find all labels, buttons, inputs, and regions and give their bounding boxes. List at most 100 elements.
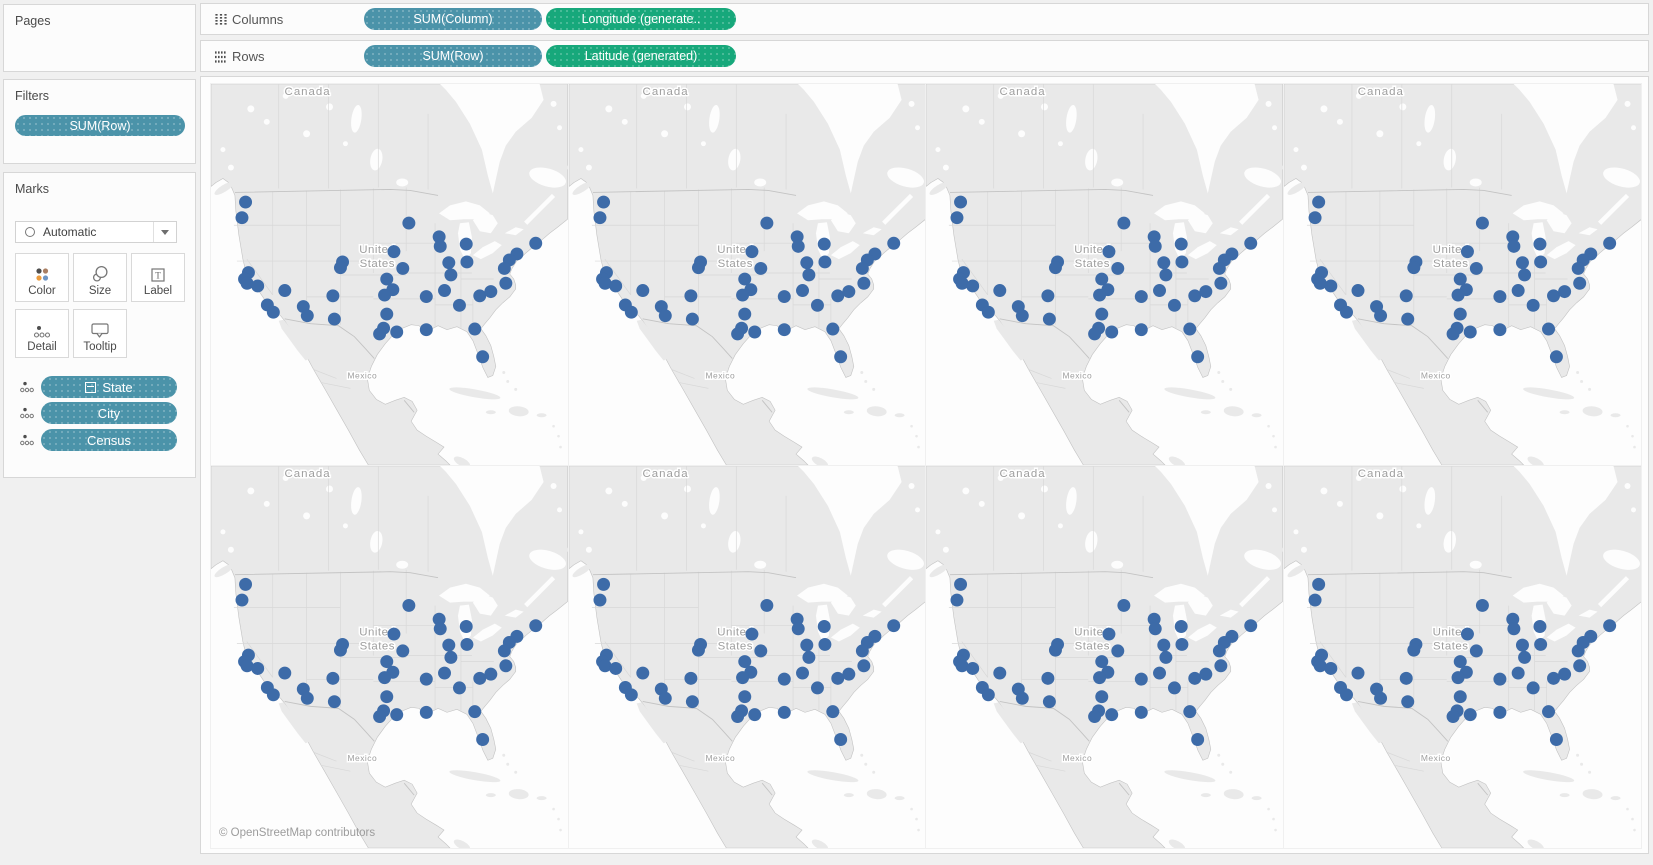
city-mark[interactable] (1134, 705, 1148, 719)
city-mark[interactable] (473, 289, 487, 303)
city-mark[interactable] (378, 671, 392, 685)
city-mark[interactable] (747, 708, 761, 722)
city-mark[interactable] (1446, 327, 1460, 341)
city-mark[interactable] (444, 650, 458, 664)
city-mark[interactable] (1093, 671, 1107, 685)
city-mark[interactable] (438, 666, 451, 680)
city-mark[interactable] (954, 577, 968, 591)
city-mark[interactable] (1015, 691, 1029, 705)
city-mark[interactable] (1463, 325, 1477, 339)
city-mark[interactable] (993, 666, 1007, 680)
city-mark[interactable] (278, 284, 292, 297)
city-mark[interactable] (744, 245, 758, 259)
city-mark[interactable] (1188, 289, 1202, 303)
city-mark[interactable] (777, 290, 791, 304)
mark-pill-state[interactable]: State (41, 376, 177, 398)
city-mark[interactable] (1015, 309, 1029, 323)
city-mark[interactable] (1167, 681, 1181, 695)
city-mark[interactable] (300, 691, 314, 705)
city-mark[interactable] (1134, 323, 1148, 337)
city-mark[interactable] (380, 307, 394, 321)
city-mark[interactable] (402, 598, 416, 612)
city-mark[interactable] (747, 325, 761, 339)
city-mark[interactable] (1199, 667, 1213, 681)
city-mark[interactable] (592, 593, 606, 607)
city-mark[interactable] (817, 255, 831, 269)
city-mark[interactable] (1557, 667, 1571, 681)
city-mark[interactable] (810, 298, 824, 312)
mark-pill-census[interactable]: Census (41, 429, 177, 451)
city-mark[interactable] (1506, 239, 1520, 253)
city-mark[interactable] (841, 667, 855, 681)
city-mark[interactable] (1526, 681, 1540, 695)
mark-type-caret[interactable] (153, 222, 176, 242)
city-mark[interactable] (737, 307, 751, 321)
city-mark[interactable] (1212, 261, 1226, 275)
city-mark[interactable] (685, 695, 699, 709)
map-pane[interactable]: Canada United States Mexico (926, 84, 1284, 466)
city-mark[interactable] (1041, 671, 1055, 685)
city-mark[interactable] (1533, 637, 1547, 651)
city-mark[interactable] (1308, 593, 1322, 607)
city-mark[interactable] (1572, 276, 1586, 290)
city-mark[interactable] (484, 285, 498, 299)
city-mark[interactable] (1373, 691, 1387, 705)
city-mark[interactable] (442, 638, 456, 652)
mark-type-dropdown[interactable]: Automatic (15, 221, 177, 243)
city-mark[interactable] (753, 644, 767, 658)
city-mark[interactable] (390, 325, 404, 339)
city-mark[interactable] (529, 236, 543, 250)
city-mark[interactable] (326, 289, 340, 303)
city-mark[interactable] (1515, 256, 1529, 270)
city-mark[interactable] (886, 619, 900, 633)
city-mark[interactable] (442, 256, 456, 270)
city-mark[interactable] (635, 666, 649, 680)
city-mark[interactable] (1446, 710, 1460, 724)
filter-pill-sum-row[interactable]: SUM(Row) (15, 115, 185, 136)
city-mark[interactable] (1339, 305, 1353, 319)
city-mark[interactable] (1157, 256, 1171, 270)
city-mark[interactable] (1088, 710, 1102, 724)
city-mark[interactable] (433, 239, 447, 253)
city-mark[interactable] (1153, 284, 1166, 297)
city-mark[interactable] (1460, 245, 1474, 259)
city-mark[interactable] (735, 288, 749, 302)
city-mark[interactable] (484, 667, 498, 681)
city-mark[interactable] (592, 211, 606, 225)
city-mark[interactable] (1399, 671, 1413, 685)
city-mark[interactable] (855, 644, 869, 658)
city-mark[interactable] (1546, 671, 1560, 685)
city-mark[interactable] (1351, 666, 1364, 680)
city-mark[interactable] (1453, 690, 1467, 704)
city-mark[interactable] (1174, 619, 1188, 633)
city-mark[interactable] (1475, 216, 1489, 230)
city-mark[interactable] (791, 622, 805, 636)
city-mark[interactable] (1042, 695, 1056, 709)
color-button[interactable]: Color (15, 253, 69, 302)
city-mark[interactable] (1105, 708, 1119, 722)
map-pane[interactable]: Canada United States Mexico (1283, 84, 1641, 466)
city-mark[interactable] (1406, 261, 1420, 275)
city-mark[interactable] (433, 622, 447, 636)
city-mark[interactable] (497, 644, 511, 658)
columns-shelf[interactable]: Columns SUM(Column) Longitude (generate.… (200, 3, 1649, 35)
city-mark[interactable] (1174, 237, 1188, 251)
city-mark[interactable] (993, 284, 1007, 297)
rows-shelf[interactable]: Rows SUM(Row) Latitude (generated) (200, 40, 1649, 72)
city-mark[interactable] (856, 659, 870, 673)
collapse-hierarchy-icon[interactable] (85, 381, 97, 393)
city-mark[interactable] (810, 681, 824, 695)
city-mark[interactable] (326, 671, 340, 685)
city-mark[interactable] (438, 284, 451, 297)
city-mark[interactable] (1244, 236, 1258, 250)
map-pane[interactable]: Canada United States Mexico (211, 466, 569, 848)
city-mark[interactable] (444, 268, 458, 282)
city-mark[interactable] (691, 643, 705, 657)
city-mark[interactable] (1148, 239, 1162, 253)
city-mark[interactable] (1134, 672, 1148, 686)
city-mark[interactable] (1111, 261, 1125, 275)
city-mark[interactable] (981, 305, 995, 319)
city-mark[interactable] (1492, 705, 1506, 719)
city-mark[interactable] (1400, 695, 1414, 709)
mark-pill-city[interactable]: City (41, 402, 177, 424)
